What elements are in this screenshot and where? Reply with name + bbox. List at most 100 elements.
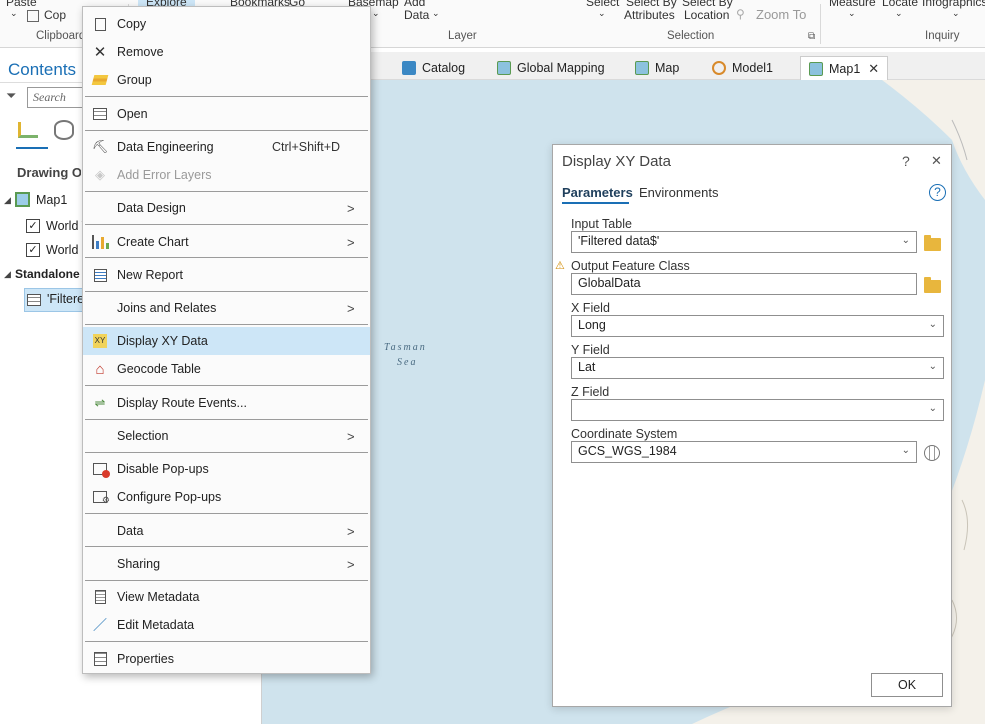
coordinate-system-label: Coordinate System — [571, 427, 678, 441]
table-item-label: 'Filtered data$' — [47, 292, 83, 306]
error-layers-icon: ◈ — [95, 167, 105, 182]
active-tab-underline — [562, 202, 629, 204]
map1-item[interactable]: Map1 — [36, 193, 67, 207]
tab-map[interactable]: Map — [635, 56, 679, 80]
menu-item-data-engineering[interactable]: ⛏ Data Engineering Ctrl+Shift+D — [83, 133, 370, 161]
menu-separator — [85, 291, 368, 292]
menu-item-joins-and-relates[interactable]: Joins and Relates > — [83, 294, 370, 322]
layer-item[interactable]: World Hillshade — [46, 243, 82, 257]
chevron-down-icon[interactable]: ⌄ — [902, 235, 910, 246]
edit-metadata-icon: ／ — [93, 617, 107, 633]
chevron-down-icon[interactable]: ⌄ — [929, 403, 937, 414]
menu-item-group[interactable]: Group — [83, 66, 370, 94]
chevron-down-icon[interactable]: ⌄ — [929, 319, 937, 330]
menu-item-label: Geocode Table — [117, 362, 201, 376]
tab-label: Global Mapping — [517, 61, 605, 75]
input-table-field[interactable]: 'Filtered data$' ⌄ — [571, 231, 917, 253]
globe-icon[interactable] — [924, 445, 940, 461]
data-engineering-icon: ⛏ — [91, 139, 109, 154]
close-button[interactable]: ✕ — [931, 153, 942, 169]
input-table-label: Input Table — [571, 217, 632, 231]
expand-icon[interactable]: ◢ — [4, 269, 11, 280]
ok-button[interactable]: OK — [871, 673, 943, 697]
menu-item-view-metadata[interactable]: View Metadata — [83, 583, 370, 611]
tab-model1[interactable]: Model1 — [712, 56, 773, 80]
chevron-down-icon[interactable]: ⌄ — [902, 445, 910, 456]
menu-separator — [85, 96, 368, 97]
coordinate-system-select[interactable]: GCS_WGS_1984 ⌄ — [571, 441, 917, 463]
tab-label: Catalog — [422, 61, 466, 75]
database-icon[interactable] — [54, 120, 74, 140]
filter-icon[interactable]: ⏷ — [6, 88, 16, 104]
copy-icon[interactable] — [27, 10, 39, 22]
menu-item-new-report[interactable]: New Report — [83, 261, 370, 289]
chevron-down-icon[interactable]: ⌄ — [929, 361, 937, 372]
menu-item-display-route-events[interactable]: ⇌ Display Route Events... — [83, 389, 370, 417]
menu-separator — [85, 130, 368, 131]
help-icon[interactable]: ? — [929, 184, 946, 201]
menu-item-label: Configure Pop-ups — [117, 490, 222, 504]
menu-item-geocode-table[interactable]: ⌂ Geocode Table — [83, 355, 370, 383]
menu-item-disable-popups[interactable]: Disable Pop-ups — [83, 455, 370, 483]
layer-group-label: Layer — [448, 30, 477, 42]
z-field-select[interactable]: ⌄ — [571, 399, 944, 421]
location-label[interactable]: Location — [684, 8, 729, 22]
copy-label[interactable]: Cop — [44, 8, 66, 22]
inquiry-group-label: Inquiry — [925, 30, 960, 42]
map-icon — [635, 61, 649, 75]
submenu-arrow-icon: > — [347, 234, 355, 250]
drawing-order-heading: Drawing Order — [17, 165, 81, 180]
tab-parameters[interactable]: Parameters — [562, 185, 633, 200]
menu-item-copy[interactable]: Copy — [83, 10, 370, 38]
tab-map1[interactable]: Map1 ✕ — [800, 56, 889, 80]
submenu-arrow-icon: > — [347, 300, 355, 316]
folder-icon[interactable] — [924, 235, 941, 251]
chart-icon — [91, 234, 109, 250]
menu-item-data-design[interactable]: Data Design > — [83, 194, 370, 222]
output-field[interactable]: GlobalData — [571, 273, 917, 295]
menu-item-open[interactable]: Open — [83, 100, 370, 128]
attributes-label[interactable]: Attributes — [624, 8, 675, 22]
folder-icon[interactable] — [924, 277, 941, 293]
menu-item-label: Edit Metadata — [117, 618, 195, 632]
expand-icon[interactable]: ◢ — [4, 195, 11, 206]
menu-item-configure-popups[interactable]: ⚙ Configure Pop-ups — [83, 483, 370, 511]
tab-global-mapping[interactable]: Global Mapping — [497, 56, 605, 80]
close-icon[interactable]: ✕ — [868, 61, 879, 77]
menu-item-display-xy-data[interactable]: XY Display XY Data — [83, 327, 370, 355]
group-icon — [91, 72, 109, 88]
menu-item-add-error-layers: ◈ Add Error Layers — [83, 161, 370, 189]
dialog-title: Display XY Data — [562, 153, 671, 170]
tab-environments[interactable]: Environments — [639, 185, 718, 200]
dialog-launcher-icon[interactable]: ⧉ — [808, 31, 815, 42]
tab-catalog[interactable]: Catalog — [402, 56, 465, 80]
menu-item-properties[interactable]: Properties — [83, 645, 370, 673]
chevron-down-icon: ⌄ — [952, 8, 960, 18]
drawing-order-icon[interactable] — [18, 122, 38, 138]
report-icon — [92, 267, 108, 283]
map-icon — [15, 192, 30, 207]
menu-item-create-chart[interactable]: Create Chart > — [83, 228, 370, 256]
submenu-arrow-icon: > — [347, 556, 355, 572]
x-field-select[interactable]: Long ⌄ — [571, 315, 944, 337]
layer-item[interactable]: World Topographic Map — [46, 219, 82, 233]
chevron-down-icon[interactable]: ⌄ — [10, 8, 18, 19]
add-data-label[interactable]: Data — [404, 8, 429, 22]
zoom-to-button[interactable]: Zoom To — [756, 7, 806, 22]
z-field-label: Z Field — [571, 385, 610, 399]
input-table-value: 'Filtered data$' — [578, 234, 660, 248]
menu-separator — [85, 324, 368, 325]
menu-item-selection[interactable]: Selection > — [83, 422, 370, 450]
layer-visibility-checkbox[interactable]: ✓ — [26, 219, 40, 233]
output-value: GlobalData — [578, 276, 641, 290]
menu-item-remove[interactable]: ✕ Remove — [83, 38, 370, 66]
search-input[interactable]: Search — [27, 87, 87, 108]
menu-item-data[interactable]: Data > — [83, 517, 370, 545]
menu-item-edit-metadata[interactable]: ／ Edit Metadata — [83, 611, 370, 639]
menu-item-sharing[interactable]: Sharing > — [83, 550, 370, 578]
submenu-arrow-icon: > — [347, 200, 355, 216]
tab-label: Map1 — [829, 61, 861, 76]
layer-visibility-checkbox[interactable]: ✓ — [26, 243, 40, 257]
y-field-select[interactable]: Lat ⌄ — [571, 357, 944, 379]
help-button[interactable]: ? — [902, 153, 910, 169]
